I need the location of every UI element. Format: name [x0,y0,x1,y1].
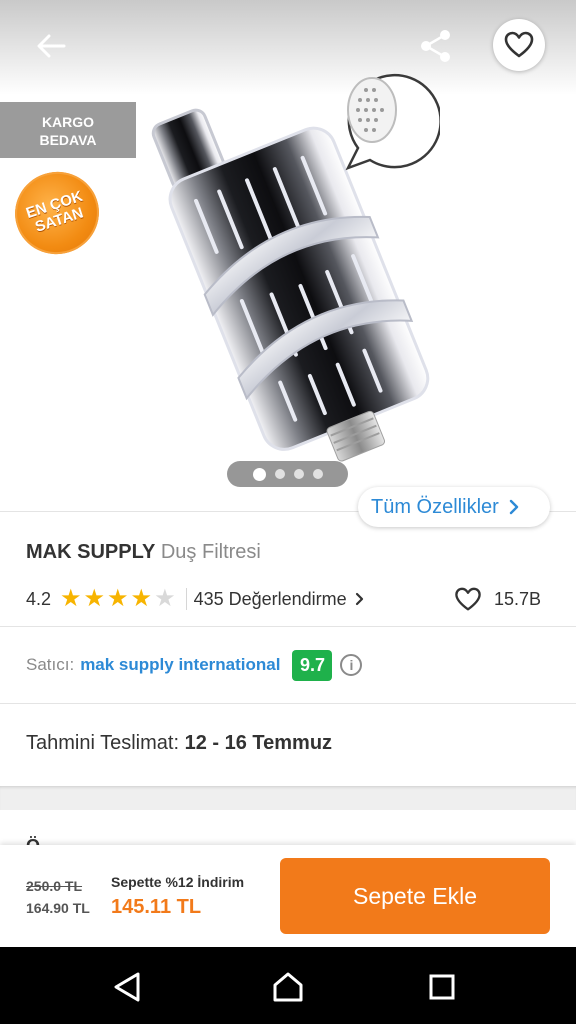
gallery-pagination [227,461,348,487]
section-separator [0,786,576,810]
share-button[interactable] [414,24,458,68]
add-to-cart-bar: 250.0 TL 164.90 TL Sepette %12 İndirim 1… [0,845,576,947]
estimated-delivery: Tahmini Teslimat: 12 - 16 Temmuz [26,732,332,755]
star-filled-icon: ★ [60,585,82,612]
seller-label: Satıcı: [26,655,75,674]
best-seller-badge: EN ÇOK SATAN [4,161,110,265]
divider [0,703,576,704]
gallery-dot[interactable] [293,469,304,479]
favorites-count-value: 15.7B [494,588,542,609]
product-title: MAK SUPPLY Duş Filtresi [26,541,261,564]
nav-recents-square-icon [429,974,455,1000]
cart-discount-label: Sepette %12 İndirim [111,874,245,890]
favorites-count[interactable]: 15.7B [454,586,541,612]
all-features-label: Tüm Özellikler [371,495,499,518]
product-detail-screen: KARGO BEDAVA EN ÇOK SATAN Tüm Özellikler… [0,0,576,1024]
star-filled-icon: ★ [107,585,129,612]
back-button[interactable] [26,24,76,68]
chevron-right-icon [355,592,363,606]
divider [0,626,576,627]
gallery-dot[interactable] [312,469,323,479]
star-empty-icon: ★ [154,585,176,612]
product-image-gallery[interactable]: KARGO BEDAVA EN ÇOK SATAN [0,0,576,510]
system-recents-button[interactable] [420,965,464,1009]
reviews-label: 435 Değerlendirme [193,588,347,609]
delivery-dates: 12 - 16 Temmuz [184,732,333,754]
seller-name-link[interactable]: mak supply international [80,655,280,675]
heart-outline-icon [504,31,534,58]
star-filled-icon: ★ [130,585,153,612]
add-to-cart-button[interactable]: Sepete Ekle [280,858,550,934]
seller-row: Satıcı: mak supply international 9.7 i [26,648,566,682]
system-home-button[interactable] [266,965,310,1009]
chevron-right-icon [509,499,518,515]
final-price: 145.11 TL [111,896,202,918]
current-price: 164.90 TL [26,900,90,916]
nav-home-icon [273,972,303,1002]
product-brand[interactable]: MAK SUPPLY [26,541,155,563]
share-icon [421,30,450,62]
arrow-left-icon [37,34,66,58]
star-filled-icon: ★ [83,585,106,612]
delivery-label: Tahmini Teslimat: [26,732,180,754]
gallery-dot[interactable] [252,467,266,481]
free-shipping-badge: KARGO BEDAVA [0,102,136,158]
product-name: Duş Filtresi [160,541,261,563]
reviews-link[interactable]: 435 Değerlendirme [194,589,364,610]
system-back-button[interactable] [105,965,149,1009]
free-shipping-line2: BEDAVA [39,132,97,148]
divider [185,588,187,610]
info-icon[interactable]: i [340,654,363,676]
rating-row: 4.2 ★ ★ ★ ★ ★ 435 Değerlendirme 15.7B [26,586,551,612]
all-features-button[interactable]: Tüm Özellikler [358,487,550,527]
gallery-dot[interactable] [274,469,285,479]
system-navigation-bar [0,947,576,1024]
rating-stars: ★ ★ ★ ★ ★ [60,587,176,611]
seller-score-badge: 9.7 [292,649,333,681]
product-image [151,73,440,462]
nav-back-triangle-icon [114,972,140,1002]
free-shipping-line1: KARGO [41,114,95,130]
heart-outline-icon [455,587,481,610]
favorite-button[interactable] [493,19,545,71]
rating-value: 4.2 [26,588,52,609]
old-price: 250.0 TL [26,878,83,894]
